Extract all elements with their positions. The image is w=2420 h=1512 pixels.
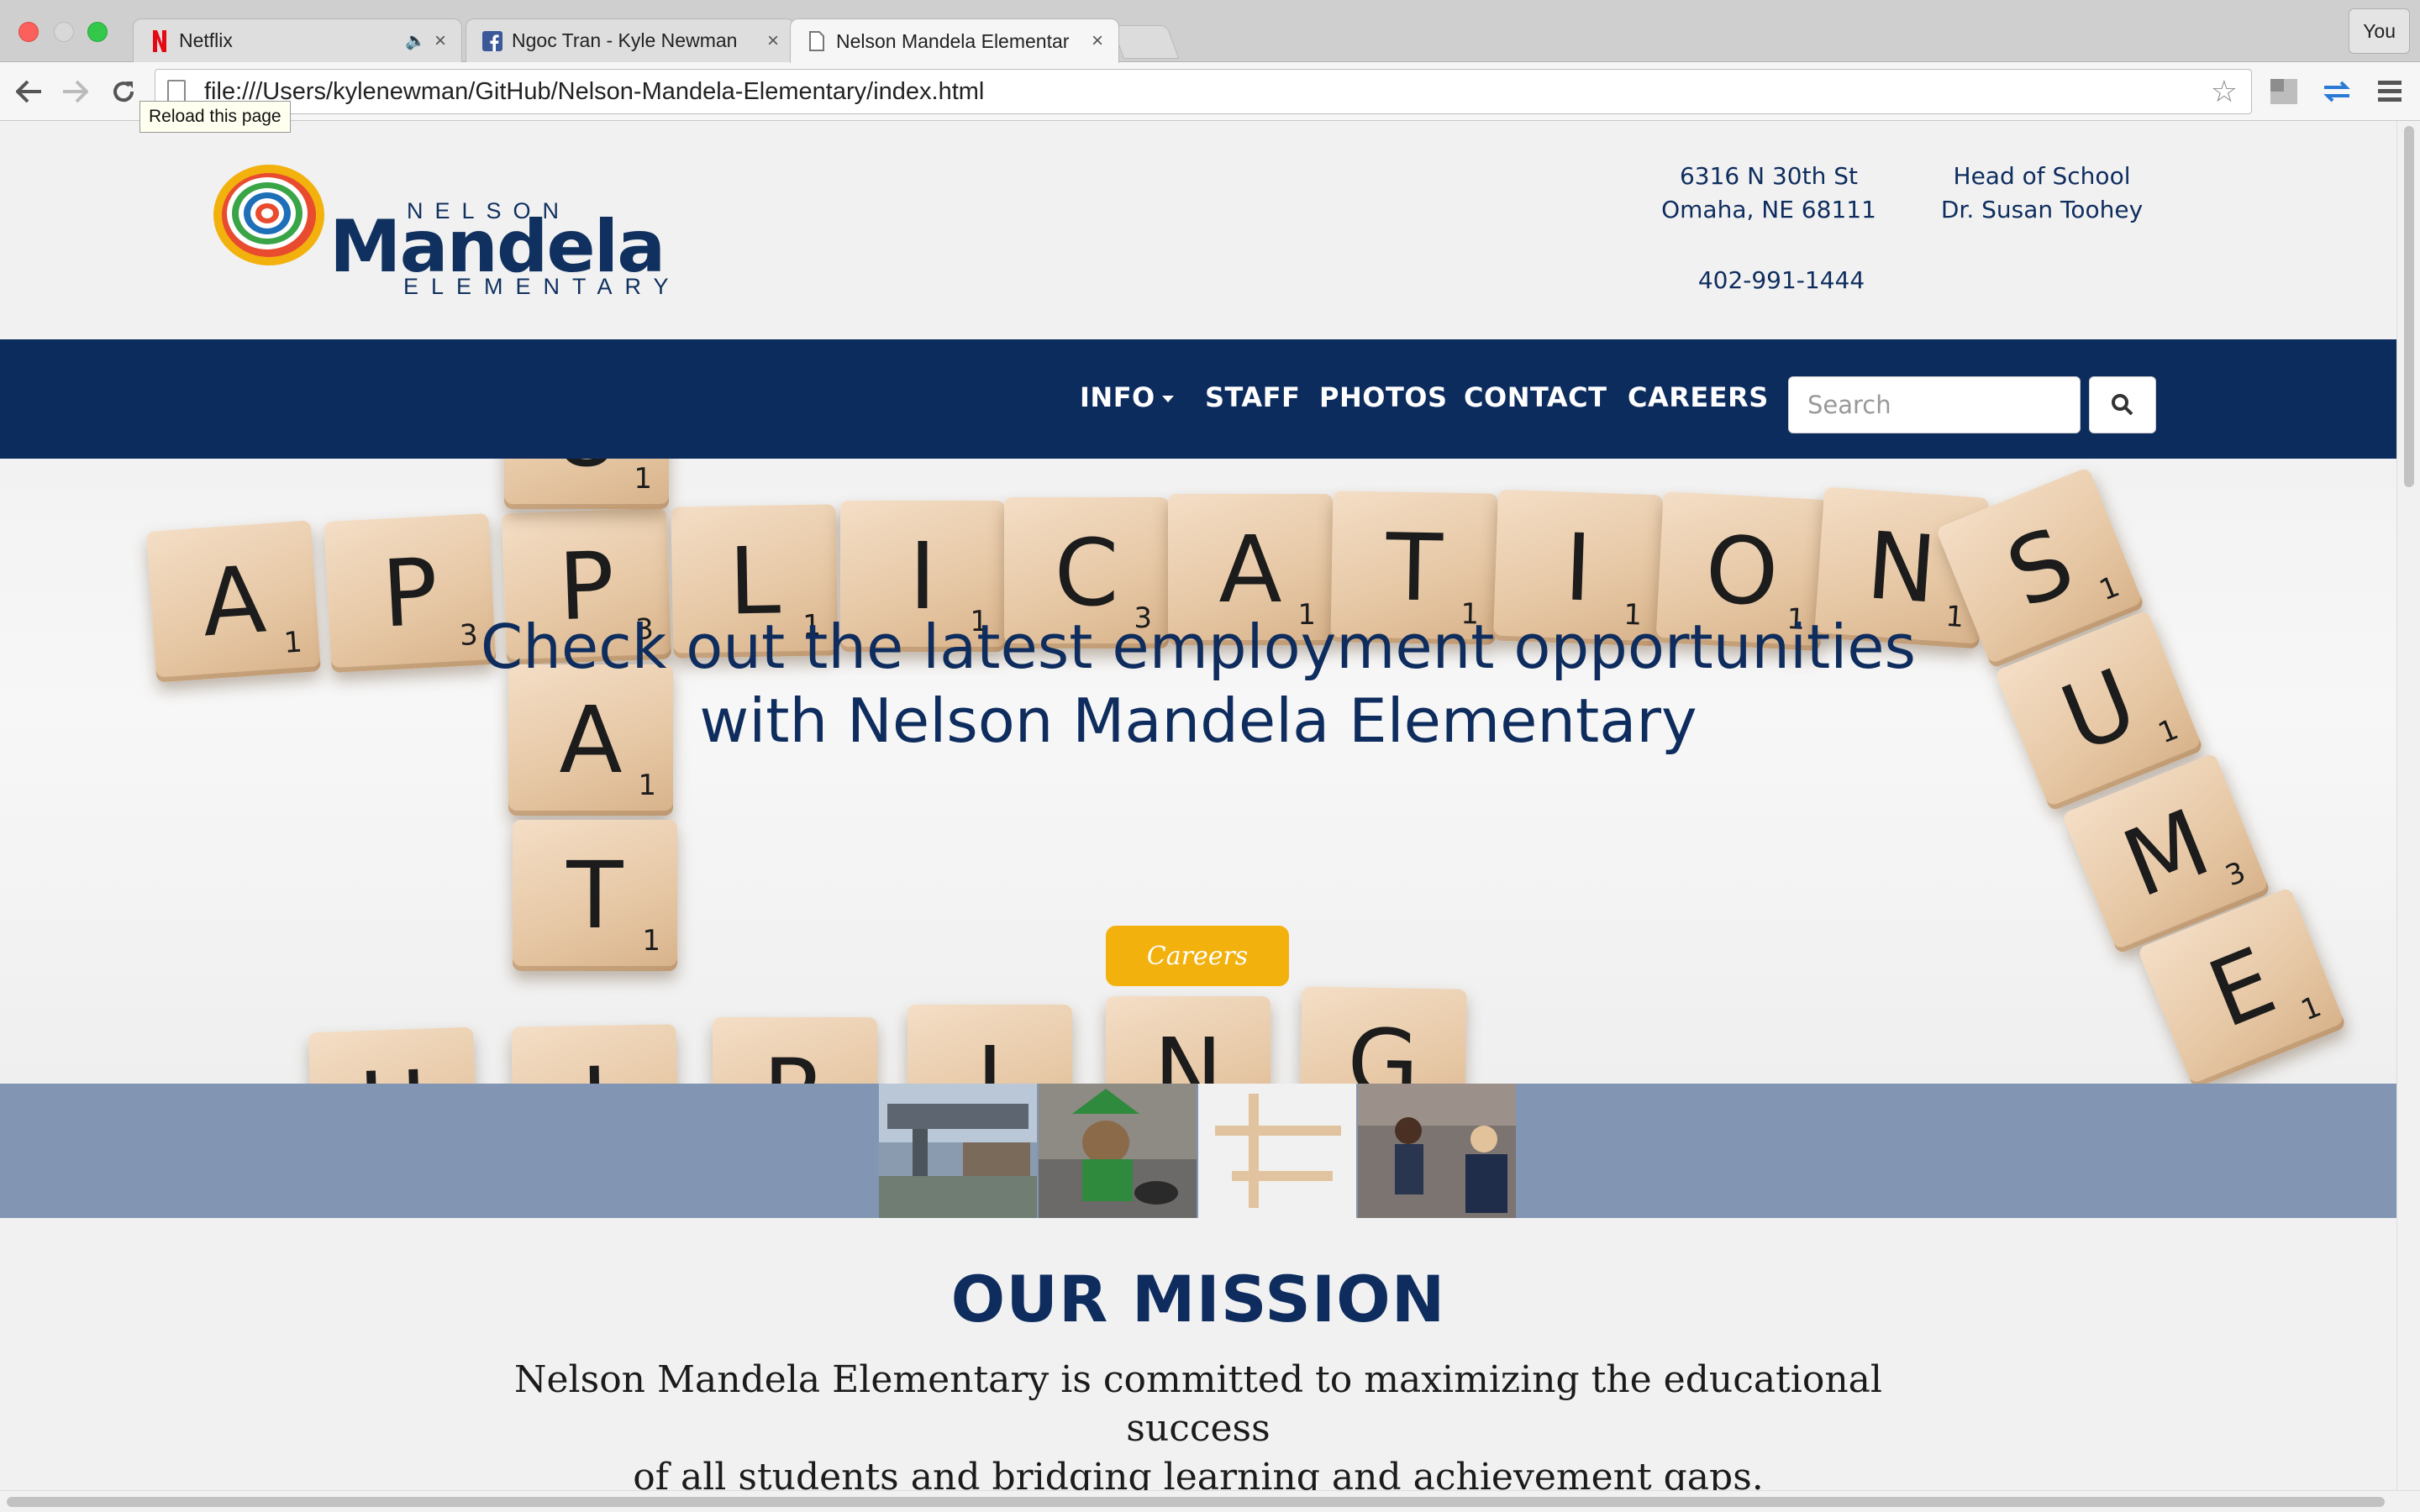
browser-toolbar: file:///Users/kylenewman/GitHub/Nelson-M… — [0, 62, 2420, 121]
tab-netflix[interactable]: Netflix 🔈 × — [133, 18, 462, 62]
mission-text-line2: of all students and bridging learning an… — [633, 1456, 1764, 1490]
tab-facebook[interactable]: Ngoc Tran - Kyle Newman × — [466, 18, 795, 62]
scrabble-tile: N1 — [1106, 996, 1270, 1084]
zoom-window-button[interactable] — [87, 22, 108, 42]
main-navbar: INFO STAFF PHOTOS CONTACT CAREERS — [0, 339, 2396, 459]
hero-banner: A1 P3 P3 L1 I1 C3 A1 T1 I1 O1 N1 S1 U1 M… — [0, 459, 2396, 1084]
vertical-scrollbar[interactable] — [2396, 121, 2420, 1490]
page-icon — [806, 30, 828, 52]
school-phone[interactable]: 402-991-1444 — [1672, 264, 1891, 297]
profile-button[interactable]: You — [2349, 8, 2410, 54]
mission-title: OUR MISSION — [950, 1262, 1446, 1336]
search-button[interactable] — [2089, 376, 2156, 433]
scrabble-tile: G2 — [1299, 986, 1467, 1084]
url-text: file:///Users/kylenewman/GitHub/Nelson-M… — [204, 77, 985, 105]
nav-info-label: INFO — [1080, 381, 1155, 413]
netflix-icon — [149, 29, 171, 52]
mission-text: Nelson Mandela Elementary is committed t… — [484, 1356, 1912, 1490]
extension-icon[interactable] — [2269, 76, 2301, 108]
nav-careers[interactable]: CAREERS — [1628, 381, 1769, 413]
nav-info-dropdown[interactable]: INFO — [1080, 381, 1174, 413]
carousel-thumbnail-students[interactable] — [1358, 1084, 1516, 1218]
rainbow-swirl-logo-icon — [213, 165, 324, 265]
carousel-thumbnail-strip — [0, 1084, 2396, 1218]
speaker-muted-icon[interactable]: 🔈 — [405, 30, 426, 51]
logo-elementary-text: ELEMENTARY — [403, 274, 681, 299]
back-arrow-icon[interactable] — [10, 72, 49, 111]
close-icon[interactable]: × — [1092, 29, 1103, 53]
close-icon[interactable]: × — [767, 29, 779, 53]
reload-tooltip: Reload this page — [139, 101, 291, 133]
horizontal-scrollbar[interactable] — [0, 1490, 2420, 1512]
horizontal-scroll-thumb[interactable] — [7, 1497, 2385, 1507]
mission-text-line1: Nelson Mandela Elementary is committed t… — [514, 1358, 1882, 1450]
school-address: 6316 N 30th St Omaha, NE 68111 — [1630, 160, 1907, 227]
hero-headline-line2: with Nelson Mandela Elementary — [699, 685, 1697, 756]
web-page: NELSON Mandela ELEMENTARY 6316 N 30th St… — [0, 121, 2396, 1490]
browser-tab-bar: Netflix 🔈 × Ngoc Tran - Kyle Newman × Ne… — [0, 0, 2420, 63]
menu-icon[interactable] — [2375, 76, 2407, 108]
tab-title: Nelson Mandela Elementar — [836, 29, 1070, 52]
scrabble-tile: U1 — [504, 459, 669, 509]
scrabble-tile: A1 — [145, 520, 322, 683]
scrabble-tile: R1 — [713, 1017, 877, 1084]
search-input[interactable] — [1788, 376, 2081, 433]
hero-headline: Check out the latest employment opportun… — [358, 610, 2039, 758]
address-bar[interactable]: file:///Users/kylenewman/GitHub/Nelson-M… — [155, 69, 2252, 114]
nav-staff[interactable]: STAFF — [1205, 381, 1300, 413]
scrabble-tile: H4 — [308, 1026, 479, 1084]
head-title: Head of School — [1953, 162, 2131, 190]
reload-icon[interactable] — [104, 72, 143, 111]
address-street: 6316 N 30th St — [1679, 162, 1858, 190]
tab-title: Netflix — [179, 29, 233, 51]
head-name: Dr. Susan Toohey — [1940, 196, 2144, 223]
scrabble-tile: I1 — [511, 1024, 679, 1084]
hero-headline-line1: Check out the latest employment opportun… — [480, 612, 1917, 682]
carousel-thumbnail-school-sign[interactable] — [879, 1084, 1037, 1218]
page-icon — [167, 80, 186, 103]
bookmark-star-icon[interactable]: ☆ — [2211, 75, 2238, 109]
sync-arrows-icon[interactable] — [2321, 76, 2353, 108]
close-icon[interactable]: × — [434, 29, 446, 53]
caret-down-icon — [1161, 396, 1174, 402]
close-window-button[interactable] — [18, 22, 39, 42]
nav-photos[interactable]: PHOTOS — [1319, 381, 1448, 413]
nav-contact[interactable]: CONTACT — [1464, 381, 1607, 413]
careers-button[interactable]: Careers — [1106, 926, 1289, 986]
search-icon — [2112, 394, 2133, 416]
site-header: NELSON Mandela ELEMENTARY 6316 N 30th St… — [0, 121, 2396, 339]
facebook-icon — [481, 30, 503, 52]
vertical-scroll-thumb[interactable] — [2404, 126, 2414, 487]
head-of-school: Head of School Dr. Susan Toohey — [1924, 160, 2160, 227]
address-city: Omaha, NE 68111 — [1661, 196, 1876, 223]
scrabble-tile: I1 — [908, 1005, 1072, 1084]
forward-arrow-icon[interactable] — [55, 72, 94, 111]
new-tab-button[interactable] — [1111, 25, 1180, 59]
carousel-thumbnail-leprechaun[interactable] — [1039, 1084, 1197, 1218]
tab-title: Ngoc Tran - Kyle Newman — [512, 29, 738, 51]
carousel-thumbnail-scrabble[interactable] — [1198, 1084, 1356, 1218]
scrabble-tile: T1 — [513, 820, 677, 971]
school-logo[interactable]: NELSON Mandela ELEMENTARY — [212, 156, 691, 299]
tab-nelson-mandela[interactable]: Nelson Mandela Elementar × — [790, 18, 1119, 63]
minimize-window-button[interactable] — [54, 22, 74, 42]
